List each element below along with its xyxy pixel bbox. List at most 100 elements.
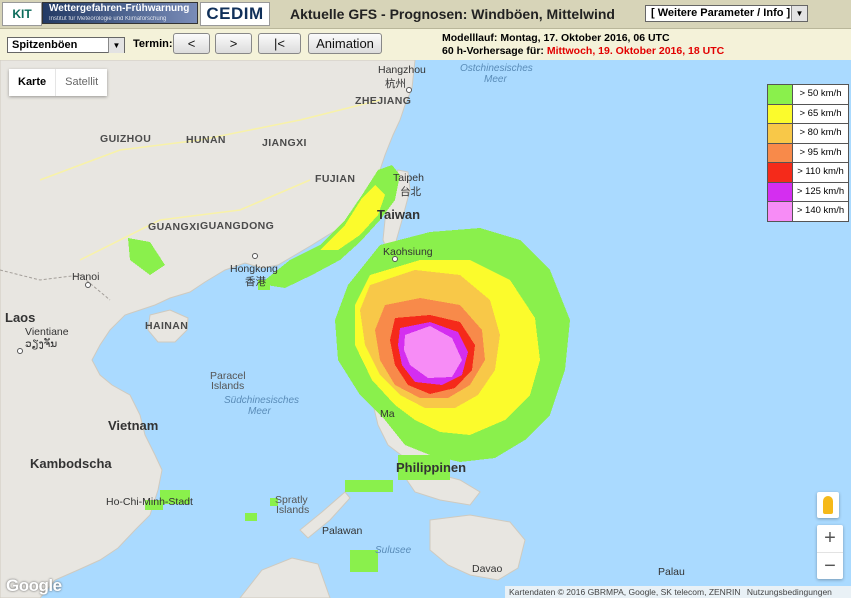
- parameter-select[interactable]: [ Weitere Parameter / Info ] ▼: [645, 5, 808, 22]
- map-label-vientiane: Vientiane: [25, 326, 69, 338]
- map-label-east-china-sea: Ostchinesisches: [460, 63, 533, 74]
- page-title: Aktuelle GFS - Prognosen: Windböen, Mitt…: [290, 6, 615, 22]
- cedim-logo[interactable]: CEDIM: [200, 2, 270, 26]
- city-marker-icon: [17, 348, 23, 354]
- map-label-manila: Ma: [380, 408, 395, 420]
- map-attribution: Kartendaten © 2016 GBRMPA, Google, SK te…: [505, 586, 851, 598]
- variable-select[interactable]: Spitzenböen ▼: [7, 37, 125, 53]
- parameter-select-value: [ Weitere Parameter / Info ]: [651, 7, 791, 19]
- wettergefahren-logo-title: Wettergefahren-Frühwarnung: [49, 3, 190, 14]
- map-label-hanoi: Hanoi: [72, 271, 100, 283]
- city-marker-icon: [85, 282, 91, 288]
- modelllauf-text: Modelllauf: Montag, 17. Oktober 2016, 06…: [442, 32, 670, 44]
- map-label-sulu-sea: Sulusee: [375, 545, 412, 556]
- legend-label: > 95 km/h: [799, 146, 842, 158]
- map-label-taiwan: Taiwan: [377, 207, 421, 222]
- street-view-pegman-icon[interactable]: [817, 492, 839, 518]
- map-type-karte-button[interactable]: Karte: [9, 69, 57, 96]
- map-area[interactable]: Hangzhou 杭州 ZHEJIANG GUIZHOU HUNAN JIANG…: [0, 60, 851, 598]
- map-label-taipei: Taipeh: [393, 172, 424, 184]
- map-label-davao: Davao: [472, 563, 503, 575]
- city-marker-icon: [252, 253, 258, 259]
- wind-band-50-patch: [345, 480, 393, 492]
- legend-label: > 80 km/h: [799, 127, 842, 138]
- legend-row: > 50 km/h: [768, 85, 848, 105]
- legend-swatch: [768, 143, 793, 162]
- legend-swatch: [768, 104, 793, 123]
- legend-row: > 125 km/h: [768, 182, 848, 202]
- map-label-east-china-sea-2: Meer: [484, 74, 507, 85]
- map-label-guangxi: GUANGXI: [148, 221, 200, 233]
- attribution-text: Kartendaten © 2016 GBRMPA, Google, SK te…: [509, 587, 741, 597]
- animation-button[interactable]: Animation: [308, 33, 382, 54]
- legend-row: > 65 km/h: [768, 104, 848, 124]
- variable-select-value: Spitzenböen: [12, 39, 78, 51]
- legend-label: > 65 km/h: [799, 107, 842, 119]
- wettergefahren-logo[interactable]: Wettergefahren-Frühwarnung Institut für …: [42, 2, 198, 24]
- google-logo[interactable]: Google: [6, 576, 62, 596]
- kit-logo[interactable]: KIT: [2, 2, 42, 26]
- control-bar: Spitzenböen ▼ Termin: < > |< Animation M…: [0, 29, 851, 61]
- legend-label: > 110 km/h: [797, 166, 844, 177]
- legend-row: > 110 km/h: [768, 163, 848, 183]
- map-label-guizhou: GUIZHOU: [100, 133, 152, 145]
- map-label-hongkong-cn: 香港: [245, 276, 266, 288]
- map-label-taipei-cn: 台北: [400, 186, 421, 198]
- map-label-palau: Palau: [658, 566, 685, 578]
- wind-band-50-patch: [350, 550, 378, 572]
- wind-legend: > 50 km/h > 65 km/h > 80 km/h > 95 km/h > 11…: [767, 84, 849, 222]
- legend-row: > 80 km/h: [768, 124, 848, 144]
- map-label-vietnam: Vietnam: [108, 418, 159, 433]
- map-type-satellit-button[interactable]: Satellit: [56, 69, 107, 96]
- legend-row: > 140 km/h: [768, 202, 848, 221]
- map-type-control: Karte Satellit: [9, 69, 108, 96]
- city-marker-icon: [392, 256, 398, 262]
- forecast-text: 60 h-Vorhersage für: Mittwoch, 19. Oktob…: [442, 45, 724, 57]
- map-label-kambodscha: Kambodscha: [30, 456, 112, 471]
- map-label-fujian: FUJIAN: [315, 173, 356, 185]
- borneo-land: [239, 557, 331, 598]
- next-button[interactable]: >: [215, 33, 252, 54]
- first-button[interactable]: |<: [258, 33, 301, 54]
- map-label-hcmc: Ho-Chi-Minh-Stadt: [106, 496, 193, 508]
- legend-swatch: [768, 163, 793, 182]
- legend-row: > 95 km/h: [768, 143, 848, 163]
- termin-label: Termin:: [133, 38, 173, 50]
- header-bar: KIT Wettergefahren-Frühwarnung Institut …: [0, 0, 851, 29]
- legend-label: > 50 km/h: [799, 88, 842, 99]
- zoom-in-button[interactable]: +: [817, 525, 843, 553]
- map-label-spratly-islands: Islands: [276, 504, 310, 516]
- forecast-time: Mittwoch, 19. Oktober 2016, 18 UTC: [546, 45, 725, 57]
- map-label-hunan: HUNAN: [186, 134, 226, 146]
- chevron-down-icon[interactable]: ▼: [791, 6, 807, 21]
- map-label-philippinen: Philippinen: [396, 460, 467, 475]
- map-label-laos: Laos: [5, 310, 36, 325]
- legend-swatch: [768, 182, 793, 201]
- prev-button[interactable]: <: [173, 33, 210, 54]
- legend-label: > 125 km/h: [796, 185, 845, 197]
- chevron-down-icon[interactable]: ▼: [108, 38, 124, 53]
- map-label-hangzhou-cn: 杭州: [385, 78, 406, 90]
- map-label-zhejiang: ZHEJIANG: [355, 95, 412, 107]
- legend-label: > 140 km/h: [796, 205, 845, 216]
- map-label-palawan: Palawan: [322, 525, 363, 537]
- map-label-hainan: HAINAN: [145, 320, 189, 332]
- city-marker-icon: [406, 87, 412, 93]
- map-label-kaohsiung: Kaohsiung: [383, 246, 433, 258]
- map-label-guangdong: GUANGDONG: [200, 220, 275, 232]
- map-label-jiangxi: JIANGXI: [262, 137, 307, 149]
- kit-logo-text: KIT: [12, 7, 32, 21]
- wind-band-50-patch: [245, 513, 257, 521]
- map-label-south-china-sea-2: Meer: [248, 406, 271, 417]
- map-label-south-china-sea: Südchinesisches: [224, 395, 300, 406]
- cedim-logo-text: CEDIM: [206, 4, 264, 23]
- legend-swatch: [768, 85, 793, 104]
- terms-link[interactable]: Nutzungsbedingungen: [747, 587, 832, 597]
- legend-swatch: [768, 202, 793, 221]
- legend-swatch: [768, 124, 793, 143]
- zoom-out-button[interactable]: −: [817, 553, 843, 580]
- zoom-control: + −: [817, 525, 843, 579]
- forecast-prefix: 60 h-Vorhersage für:: [442, 45, 544, 57]
- map-label-vientiane-lo: ວຽງຈັນ: [25, 338, 58, 350]
- map-label-hangzhou: Hangzhou: [378, 64, 426, 76]
